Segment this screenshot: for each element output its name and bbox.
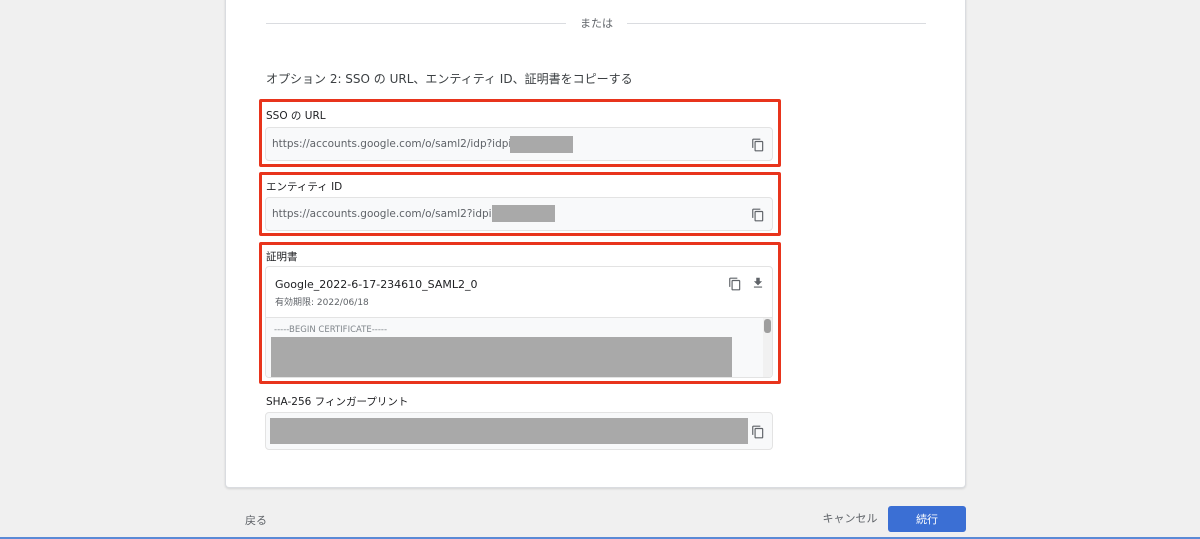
sso-url-value: https://accounts.google.com/o/saml2/idp?… (272, 138, 527, 150)
certificate-label: 証明書 (266, 251, 298, 263)
sso-url-copy-icon[interactable] (751, 138, 765, 152)
cancel-button[interactable]: キャンセル (815, 505, 885, 531)
certificate-expiry: 有効期限: 2022/06/18 (275, 298, 369, 308)
entity-id-label: エンティティ ID (266, 181, 343, 193)
option-2-title: オプション 2: SSO の URL、エンティティ ID、証明書をコピーする (266, 72, 633, 86)
certificate-redaction (271, 337, 732, 377)
sso-url-label: SSO の URL (266, 110, 326, 122)
sso-url-redaction (510, 136, 573, 153)
back-link[interactable]: 戻る (245, 512, 267, 528)
certificate-copy-icon[interactable] (728, 277, 742, 291)
or-divider-text: または (580, 17, 613, 30)
certificate-name: Google_2022-6-17-234610_SAML2_0 (275, 278, 478, 291)
fingerprint-label: SHA-256 フィンガープリント (266, 396, 409, 408)
entity-id-copy-icon[interactable] (751, 208, 765, 222)
certificate-download-icon[interactable] (751, 276, 765, 290)
fingerprint-copy-icon[interactable] (751, 425, 765, 439)
continue-button[interactable]: 続行 (888, 506, 966, 532)
fingerprint-redaction (270, 418, 748, 444)
certificate-body[interactable]: -----BEGIN CERTIFICATE----- (266, 317, 772, 377)
certificate-scrollbar-thumb[interactable] (764, 319, 771, 333)
entity-id-value: https://accounts.google.com/o/saml2?idpi… (272, 208, 508, 220)
entity-id-redaction (492, 205, 555, 222)
divider-left (266, 23, 566, 24)
divider-right (627, 23, 926, 24)
certificate-card: Google_2022-6-17-234610_SAML2_0 有効期限: 20… (265, 266, 773, 378)
certificate-begin-line: -----BEGIN CERTIFICATE----- (274, 325, 388, 335)
